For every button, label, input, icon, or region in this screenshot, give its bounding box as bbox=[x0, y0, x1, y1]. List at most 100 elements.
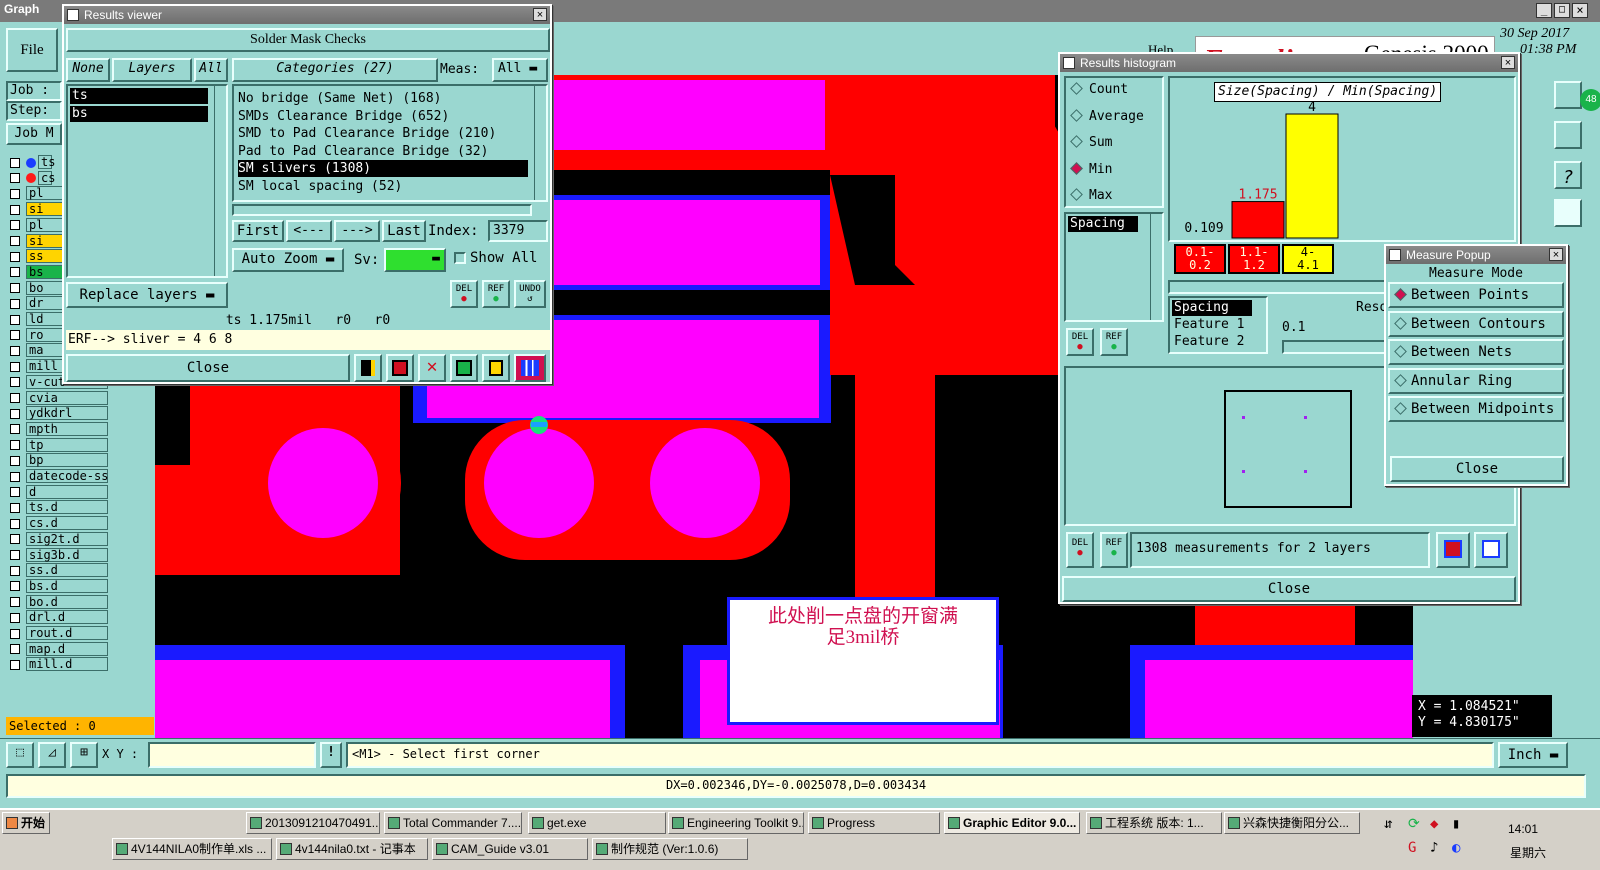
taskbar-item[interactable]: 兴森快捷衡阳分公... bbox=[1224, 812, 1360, 834]
ref-button[interactable]: REF ● bbox=[1100, 532, 1128, 568]
category-item[interactable]: No bridge (Same Net) (168) bbox=[238, 90, 528, 107]
next-button[interactable]: ---> bbox=[334, 220, 380, 242]
layer-row[interactable]: mpth bbox=[8, 421, 108, 437]
layer-checkbox[interactable] bbox=[10, 408, 20, 419]
ref-button[interactable]: REF ● bbox=[482, 280, 510, 308]
taskbar-item[interactable]: 2013091210470491... bbox=[246, 812, 380, 834]
measure-tool-icon[interactable]: ◿ bbox=[38, 742, 66, 768]
google-tray-icon[interactable]: G bbox=[1408, 840, 1416, 856]
alert-icon[interactable]: ! bbox=[320, 742, 342, 768]
file-menu[interactable]: File bbox=[6, 28, 58, 72]
layer-checkbox[interactable] bbox=[10, 361, 20, 372]
grid-tool-icon[interactable]: ⊞ bbox=[70, 742, 98, 768]
layer-row[interactable]: cs bbox=[8, 170, 55, 186]
category-item[interactable]: SMD to Pad Clearance Bridge (210) bbox=[238, 125, 528, 142]
sv-color-select[interactable]: ▬ bbox=[384, 248, 446, 272]
categories-listbox[interactable]: No bridge (Same Net) (168) SMDs Clearance… bbox=[232, 84, 548, 202]
horizontal-scrollbar[interactable] bbox=[1168, 280, 1418, 294]
first-button[interactable]: First bbox=[232, 220, 284, 242]
histogram-close-button[interactable]: Close bbox=[1062, 576, 1516, 602]
job-matrix-button[interactable]: Job M bbox=[6, 123, 62, 145]
measure-option[interactable]: Between Contours bbox=[1388, 310, 1564, 337]
last-button[interactable]: Last bbox=[382, 220, 426, 242]
taskbar-item[interactable]: Engineering Toolkit 9... bbox=[668, 812, 804, 834]
layer-checkbox[interactable] bbox=[10, 345, 20, 356]
layers-button[interactable]: Layers bbox=[112, 58, 192, 82]
taskbar-item[interactable]: 工程系统 版本: 1... bbox=[1086, 812, 1222, 834]
minimize-icon[interactable]: _ bbox=[1536, 3, 1552, 18]
layer-checkbox[interactable] bbox=[10, 565, 20, 576]
category-item[interactable]: SMDs Clearance Bridge (652) bbox=[238, 108, 528, 125]
replace-layers-select[interactable]: Replace layers ▬ bbox=[66, 282, 228, 308]
close-icon[interactable]: × bbox=[1572, 3, 1588, 18]
signal-tray-icon[interactable]: ▮ bbox=[1452, 816, 1460, 832]
layer-checkbox[interactable] bbox=[10, 471, 20, 482]
measure-option[interactable]: Between Midpoints bbox=[1388, 396, 1564, 422]
undo-button[interactable]: UNDO ↺ bbox=[514, 280, 546, 308]
layer-row[interactable]: ts bbox=[8, 155, 55, 170]
zoom-icon[interactable] bbox=[1554, 81, 1582, 109]
layer-checkbox[interactable] bbox=[10, 173, 20, 184]
histogram-icon[interactable] bbox=[514, 354, 546, 382]
layer-row[interactable]: bp bbox=[8, 453, 108, 468]
index-input[interactable]: 3379 bbox=[488, 220, 548, 242]
report-icon[interactable] bbox=[354, 354, 382, 382]
layer-checkbox[interactable] bbox=[10, 455, 20, 466]
layer-row[interactable]: bs.d bbox=[8, 578, 108, 594]
xy-input[interactable] bbox=[148, 742, 316, 768]
start-button[interactable]: 开始 bbox=[2, 812, 50, 834]
select-tool-icon[interactable]: ⬚ bbox=[6, 742, 34, 768]
categories-button[interactable]: Categories (27) bbox=[232, 58, 438, 82]
layer-checkbox[interactable] bbox=[10, 220, 20, 231]
layer-checkbox[interactable] bbox=[10, 251, 20, 262]
layer-row[interactable]: mill.d bbox=[8, 657, 108, 672]
volume-tray-icon[interactable]: ♪ bbox=[1430, 840, 1438, 856]
del-button[interactable]: DEL ● bbox=[450, 280, 478, 308]
close-icon[interactable]: × bbox=[1501, 56, 1515, 69]
taskbar-item[interactable]: Progress bbox=[808, 812, 940, 834]
layer-row[interactable]: sig3b.d bbox=[8, 547, 108, 563]
category-item[interactable]: SM local spacing (52) bbox=[238, 178, 528, 195]
layer-checkbox[interactable] bbox=[10, 440, 20, 451]
layer-row[interactable]: d bbox=[8, 484, 108, 500]
stat-option-sum[interactable]: Sum bbox=[1068, 135, 1112, 150]
del-button[interactable]: DEL ● bbox=[1066, 532, 1094, 568]
layer-checkbox[interactable] bbox=[10, 314, 20, 325]
export-icon[interactable] bbox=[450, 354, 478, 382]
layer-checkbox[interactable] bbox=[10, 502, 20, 513]
layer-row[interactable]: ts.d bbox=[8, 500, 108, 515]
taskbar-item[interactable]: get.exe bbox=[528, 812, 666, 834]
histogram-bin[interactable]: 0.1- 0.2 bbox=[1174, 244, 1226, 274]
layer-checkbox[interactable] bbox=[10, 612, 20, 623]
spacing-field-item[interactable]: Spacing bbox=[1172, 300, 1252, 316]
spacing-field-item[interactable]: Feature 2 bbox=[1172, 334, 1252, 350]
maximize-icon[interactable]: □ bbox=[1554, 3, 1570, 18]
layer-checkbox[interactable] bbox=[10, 283, 20, 294]
layer-checkbox[interactable] bbox=[10, 550, 20, 560]
taskbar-item[interactable]: CAM_Guide v3.01 bbox=[432, 838, 588, 860]
shield-tray-icon[interactable]: ◆ bbox=[1430, 816, 1438, 832]
category-item[interactable]: Pad to Pad Clearance Bridge (32) bbox=[238, 143, 528, 160]
measure-listbox[interactable]: Spacing bbox=[1064, 212, 1164, 322]
taskbar-item[interactable]: Total Commander 7.... bbox=[384, 812, 522, 834]
close-icon[interactable]: × bbox=[533, 8, 547, 21]
close-button[interactable]: Close bbox=[66, 354, 350, 382]
taskbar-item[interactable]: 4v144nila0.txt - 记事本 bbox=[276, 838, 428, 860]
layer-checkbox[interactable] bbox=[10, 597, 20, 608]
zoom-home-icon[interactable] bbox=[1474, 532, 1508, 568]
prev-button[interactable]: <--- bbox=[286, 220, 332, 242]
snap-icon[interactable] bbox=[1554, 121, 1582, 149]
layer-row[interactable]: datecode-ss bbox=[8, 469, 108, 484]
layer-row[interactable]: ydkdrl bbox=[8, 406, 108, 421]
layer-row[interactable]: ss.d bbox=[8, 563, 108, 578]
horizontal-scrollbar[interactable] bbox=[232, 204, 532, 216]
measure-close-button[interactable]: Close bbox=[1390, 456, 1564, 482]
layer-item-ts[interactable]: ts bbox=[70, 88, 208, 104]
none-button[interactable]: None bbox=[66, 58, 110, 82]
scrollbar[interactable] bbox=[214, 86, 226, 276]
category-item[interactable]: SM slivers (1308) bbox=[238, 160, 528, 178]
layer-checkbox[interactable] bbox=[10, 157, 20, 168]
layer-checkbox[interactable] bbox=[10, 581, 20, 592]
ime-tray-icon[interactable]: ◐ bbox=[1452, 840, 1460, 856]
erf-delete-icon[interactable]: ✕ bbox=[418, 354, 446, 382]
